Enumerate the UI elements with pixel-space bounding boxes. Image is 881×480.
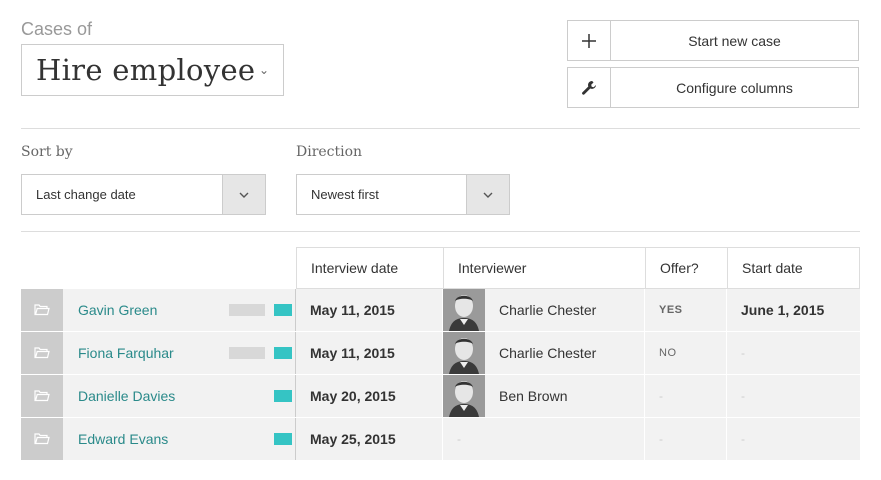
empty-value: - bbox=[457, 432, 461, 446]
progress-indicator bbox=[223, 418, 296, 460]
avatar bbox=[443, 332, 485, 374]
table-row[interactable]: Danielle Davies May 20, 2015 Ben Brown - - bbox=[21, 375, 860, 417]
column-header-interviewer[interactable]: Interviewer bbox=[444, 248, 646, 288]
offer-value: - bbox=[659, 389, 663, 403]
table-row[interactable]: Gavin Green May 11, 2015 Charlie Chester YE… bbox=[21, 289, 860, 331]
direction-label: Direction bbox=[296, 144, 363, 160]
chevron-down-icon bbox=[466, 175, 509, 214]
progress-fill bbox=[274, 390, 292, 402]
interviewer-cell: Charlie Chester bbox=[443, 332, 645, 374]
configure-columns-button[interactable]: Configure columns bbox=[567, 67, 859, 108]
offer-value: YES bbox=[659, 304, 683, 316]
table-row[interactable]: Edward Evans May 25, 2015- - - bbox=[21, 418, 860, 460]
start-date-cell: June 1, 2015 bbox=[727, 289, 860, 331]
progress-fill bbox=[274, 304, 292, 316]
table-header: Interview date Interviewer Offer? Start … bbox=[296, 247, 860, 289]
interviewer-name: Charlie Chester bbox=[499, 345, 597, 361]
case-name-link[interactable]: Fiona Farquhar bbox=[63, 332, 223, 374]
table-row[interactable]: Fiona Farquhar May 11, 2015 Charlie Cheste… bbox=[21, 332, 860, 374]
folder-icon[interactable] bbox=[21, 375, 63, 417]
folder-icon[interactable] bbox=[21, 289, 63, 331]
column-header-offer[interactable]: Offer? bbox=[646, 248, 728, 288]
sort-by-select[interactable]: Last change date bbox=[21, 174, 266, 215]
avatar bbox=[443, 375, 485, 417]
start-date-value: June 1, 2015 bbox=[741, 302, 825, 318]
start-date-cell: - bbox=[727, 375, 860, 417]
wrench-icon bbox=[568, 68, 611, 107]
avatar bbox=[443, 289, 485, 331]
interview-date-cell: May 11, 2015 bbox=[296, 332, 443, 374]
offer-value: - bbox=[659, 432, 663, 446]
case-name-link[interactable]: Gavin Green bbox=[63, 289, 223, 331]
interviewer-cell: Charlie Chester bbox=[443, 289, 645, 331]
start-date-value: - bbox=[741, 346, 745, 360]
interviewer-name: Charlie Chester bbox=[499, 302, 597, 318]
case-name-link[interactable]: Edward Evans bbox=[63, 418, 223, 460]
start-new-case-label: Start new case bbox=[688, 32, 781, 49]
progress-indicator bbox=[223, 375, 296, 417]
cases-of-label: Cases of bbox=[21, 19, 93, 39]
offer-value: NO bbox=[659, 347, 677, 359]
folder-icon[interactable] bbox=[21, 332, 63, 374]
workflow-name: Hire employee bbox=[36, 53, 256, 87]
progress-track bbox=[229, 347, 265, 359]
offer-cell: - bbox=[645, 375, 727, 417]
sort-by-value: Last change date bbox=[36, 187, 136, 202]
configure-columns-label: Configure columns bbox=[676, 79, 793, 96]
column-header-start-date[interactable]: Start date bbox=[728, 248, 859, 288]
column-header-interview-date[interactable]: Interview date bbox=[297, 248, 444, 288]
direction-select[interactable]: Newest first bbox=[296, 174, 510, 215]
interviewer-cell: Ben Brown bbox=[443, 375, 645, 417]
interview-date-cell: May 11, 2015 bbox=[296, 289, 443, 331]
direction-value: Newest first bbox=[311, 187, 379, 202]
offer-cell: YES bbox=[645, 289, 727, 331]
interviewer-name: Ben Brown bbox=[499, 388, 568, 404]
start-date-cell: - bbox=[727, 418, 860, 460]
folder-icon[interactable] bbox=[21, 418, 63, 460]
chevron-down-icon bbox=[222, 175, 265, 214]
start-date-value: - bbox=[741, 432, 745, 446]
start-new-case-button[interactable]: Start new case bbox=[567, 20, 859, 61]
progress-fill bbox=[274, 347, 292, 359]
interview-date-cell: May 25, 2015 bbox=[296, 418, 443, 460]
case-name-link[interactable]: Danielle Davies bbox=[63, 375, 223, 417]
divider bbox=[21, 128, 860, 129]
chevron-down-icon: ⌄ bbox=[258, 63, 269, 77]
progress-indicator bbox=[223, 332, 296, 374]
interview-date-cell: May 20, 2015 bbox=[296, 375, 443, 417]
progress-fill bbox=[274, 433, 292, 445]
progress-track bbox=[229, 304, 265, 316]
workflow-select[interactable]: Hire employee ⌄ bbox=[21, 44, 284, 96]
start-date-cell: - bbox=[727, 332, 860, 374]
plus-icon bbox=[568, 21, 611, 60]
offer-cell: - bbox=[645, 418, 727, 460]
progress-indicator bbox=[223, 289, 296, 331]
start-date-value: - bbox=[741, 389, 745, 403]
interviewer-cell: - bbox=[443, 418, 645, 460]
divider bbox=[21, 231, 860, 232]
offer-cell: NO bbox=[645, 332, 727, 374]
sort-by-label: Sort by bbox=[21, 144, 73, 160]
